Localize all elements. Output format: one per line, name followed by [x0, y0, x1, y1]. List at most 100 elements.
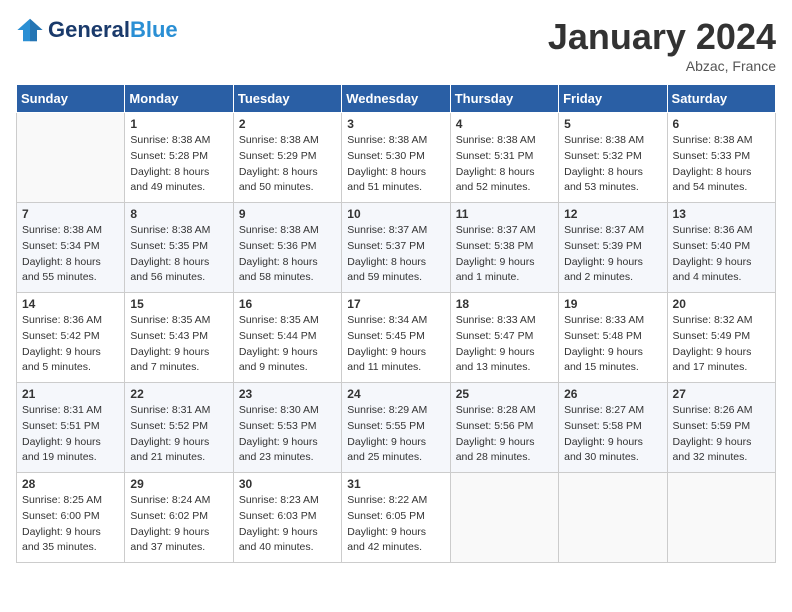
calendar-cell: 28 Sunrise: 8:25 AM Sunset: 6:00 PM Dayl… — [17, 473, 125, 563]
sunset-text: Sunset: 6:03 PM — [239, 510, 317, 522]
day-info: Sunrise: 8:37 AM Sunset: 5:38 PM Dayligh… — [456, 223, 553, 286]
daylight-text: Daylight: 9 hours and 5 minutes. — [22, 346, 101, 374]
calendar-cell: 21 Sunrise: 8:31 AM Sunset: 5:51 PM Dayl… — [17, 383, 125, 473]
header-wednesday: Wednesday — [342, 85, 450, 113]
day-info: Sunrise: 8:38 AM Sunset: 5:34 PM Dayligh… — [22, 223, 119, 286]
calendar-cell: 12 Sunrise: 8:37 AM Sunset: 5:39 PM Dayl… — [559, 203, 667, 293]
daylight-text: Daylight: 9 hours and 37 minutes. — [130, 526, 209, 554]
day-number: 14 — [22, 297, 119, 311]
calendar-cell: 27 Sunrise: 8:26 AM Sunset: 5:59 PM Dayl… — [667, 383, 775, 473]
sunrise-text: Sunrise: 8:30 AM — [239, 404, 319, 416]
sunrise-text: Sunrise: 8:37 AM — [347, 224, 427, 236]
calendar-cell: 5 Sunrise: 8:38 AM Sunset: 5:32 PM Dayli… — [559, 113, 667, 203]
sunset-text: Sunset: 5:35 PM — [130, 240, 208, 252]
sunset-text: Sunset: 5:47 PM — [456, 330, 534, 342]
sunrise-text: Sunrise: 8:37 AM — [564, 224, 644, 236]
day-number: 16 — [239, 297, 336, 311]
daylight-text: Daylight: 9 hours and 1 minute. — [456, 256, 535, 284]
calendar-cell — [559, 473, 667, 563]
sunrise-text: Sunrise: 8:28 AM — [456, 404, 536, 416]
day-number: 4 — [456, 117, 553, 131]
week-row-4: 21 Sunrise: 8:31 AM Sunset: 5:51 PM Dayl… — [17, 383, 776, 473]
day-number: 11 — [456, 207, 553, 221]
daylight-text: Daylight: 9 hours and 4 minutes. — [673, 256, 752, 284]
logo-container: GeneralBlue — [16, 16, 178, 44]
calendar-cell: 22 Sunrise: 8:31 AM Sunset: 5:52 PM Dayl… — [125, 383, 233, 473]
sunrise-text: Sunrise: 8:38 AM — [347, 134, 427, 146]
calendar-cell: 31 Sunrise: 8:22 AM Sunset: 6:05 PM Dayl… — [342, 473, 450, 563]
sunset-text: Sunset: 5:42 PM — [22, 330, 100, 342]
sunset-text: Sunset: 5:39 PM — [564, 240, 642, 252]
day-number: 17 — [347, 297, 444, 311]
daylight-text: Daylight: 9 hours and 35 minutes. — [22, 526, 101, 554]
calendar-cell: 26 Sunrise: 8:27 AM Sunset: 5:58 PM Dayl… — [559, 383, 667, 473]
calendar-cell: 25 Sunrise: 8:28 AM Sunset: 5:56 PM Dayl… — [450, 383, 558, 473]
sunrise-text: Sunrise: 8:35 AM — [239, 314, 319, 326]
calendar-table: Sunday Monday Tuesday Wednesday Thursday… — [16, 84, 776, 563]
day-info: Sunrise: 8:37 AM Sunset: 5:39 PM Dayligh… — [564, 223, 661, 286]
daylight-text: Daylight: 9 hours and 30 minutes. — [564, 436, 643, 464]
location-subtitle: Abzac, France — [548, 58, 776, 74]
header-thursday: Thursday — [450, 85, 558, 113]
day-number: 27 — [673, 387, 770, 401]
sunrise-text: Sunrise: 8:35 AM — [130, 314, 210, 326]
sunset-text: Sunset: 6:00 PM — [22, 510, 100, 522]
day-info: Sunrise: 8:33 AM Sunset: 5:48 PM Dayligh… — [564, 313, 661, 376]
calendar-cell: 4 Sunrise: 8:38 AM Sunset: 5:31 PM Dayli… — [450, 113, 558, 203]
day-info: Sunrise: 8:38 AM Sunset: 5:28 PM Dayligh… — [130, 133, 227, 196]
sunrise-text: Sunrise: 8:33 AM — [564, 314, 644, 326]
sunset-text: Sunset: 5:58 PM — [564, 420, 642, 432]
week-row-2: 7 Sunrise: 8:38 AM Sunset: 5:34 PM Dayli… — [17, 203, 776, 293]
day-info: Sunrise: 8:38 AM Sunset: 5:33 PM Dayligh… — [673, 133, 770, 196]
sunrise-text: Sunrise: 8:33 AM — [456, 314, 536, 326]
daylight-text: Daylight: 9 hours and 2 minutes. — [564, 256, 643, 284]
sunset-text: Sunset: 5:44 PM — [239, 330, 317, 342]
day-info: Sunrise: 8:38 AM Sunset: 5:36 PM Dayligh… — [239, 223, 336, 286]
header-monday: Monday — [125, 85, 233, 113]
day-number: 20 — [673, 297, 770, 311]
calendar-cell: 3 Sunrise: 8:38 AM Sunset: 5:30 PM Dayli… — [342, 113, 450, 203]
day-info: Sunrise: 8:38 AM Sunset: 5:29 PM Dayligh… — [239, 133, 336, 196]
daylight-text: Daylight: 9 hours and 40 minutes. — [239, 526, 318, 554]
day-info: Sunrise: 8:25 AM Sunset: 6:00 PM Dayligh… — [22, 493, 119, 556]
day-info: Sunrise: 8:27 AM Sunset: 5:58 PM Dayligh… — [564, 403, 661, 466]
day-info: Sunrise: 8:29 AM Sunset: 5:55 PM Dayligh… — [347, 403, 444, 466]
daylight-text: Daylight: 8 hours and 59 minutes. — [347, 256, 426, 284]
sunset-text: Sunset: 5:49 PM — [673, 330, 751, 342]
day-number: 29 — [130, 477, 227, 491]
day-number: 3 — [347, 117, 444, 131]
day-info: Sunrise: 8:31 AM Sunset: 5:52 PM Dayligh… — [130, 403, 227, 466]
daylight-text: Daylight: 9 hours and 23 minutes. — [239, 436, 318, 464]
day-number: 1 — [130, 117, 227, 131]
daylight-text: Daylight: 8 hours and 49 minutes. — [130, 166, 209, 194]
day-info: Sunrise: 8:32 AM Sunset: 5:49 PM Dayligh… — [673, 313, 770, 376]
sunrise-text: Sunrise: 8:38 AM — [239, 134, 319, 146]
day-info: Sunrise: 8:34 AM Sunset: 5:45 PM Dayligh… — [347, 313, 444, 376]
daylight-text: Daylight: 9 hours and 15 minutes. — [564, 346, 643, 374]
day-number: 26 — [564, 387, 661, 401]
sunrise-text: Sunrise: 8:37 AM — [456, 224, 536, 236]
calendar-cell: 1 Sunrise: 8:38 AM Sunset: 5:28 PM Dayli… — [125, 113, 233, 203]
sunrise-text: Sunrise: 8:32 AM — [673, 314, 753, 326]
sunset-text: Sunset: 5:48 PM — [564, 330, 642, 342]
sunrise-text: Sunrise: 8:31 AM — [22, 404, 102, 416]
sunset-text: Sunset: 5:51 PM — [22, 420, 100, 432]
sunset-text: Sunset: 5:59 PM — [673, 420, 751, 432]
calendar-cell: 24 Sunrise: 8:29 AM Sunset: 5:55 PM Dayl… — [342, 383, 450, 473]
logo-icon — [16, 16, 44, 44]
daylight-text: Daylight: 9 hours and 42 minutes. — [347, 526, 426, 554]
calendar-cell: 9 Sunrise: 8:38 AM Sunset: 5:36 PM Dayli… — [233, 203, 341, 293]
day-number: 25 — [456, 387, 553, 401]
day-info: Sunrise: 8:35 AM Sunset: 5:44 PM Dayligh… — [239, 313, 336, 376]
sunrise-text: Sunrise: 8:24 AM — [130, 494, 210, 506]
calendar-cell: 29 Sunrise: 8:24 AM Sunset: 6:02 PM Dayl… — [125, 473, 233, 563]
daylight-text: Daylight: 8 hours and 58 minutes. — [239, 256, 318, 284]
day-number: 8 — [130, 207, 227, 221]
day-info: Sunrise: 8:36 AM Sunset: 5:42 PM Dayligh… — [22, 313, 119, 376]
sunset-text: Sunset: 6:02 PM — [130, 510, 208, 522]
day-number: 10 — [347, 207, 444, 221]
calendar-cell: 2 Sunrise: 8:38 AM Sunset: 5:29 PM Dayli… — [233, 113, 341, 203]
day-number: 2 — [239, 117, 336, 131]
daylight-text: Daylight: 8 hours and 53 minutes. — [564, 166, 643, 194]
sunrise-text: Sunrise: 8:38 AM — [564, 134, 644, 146]
